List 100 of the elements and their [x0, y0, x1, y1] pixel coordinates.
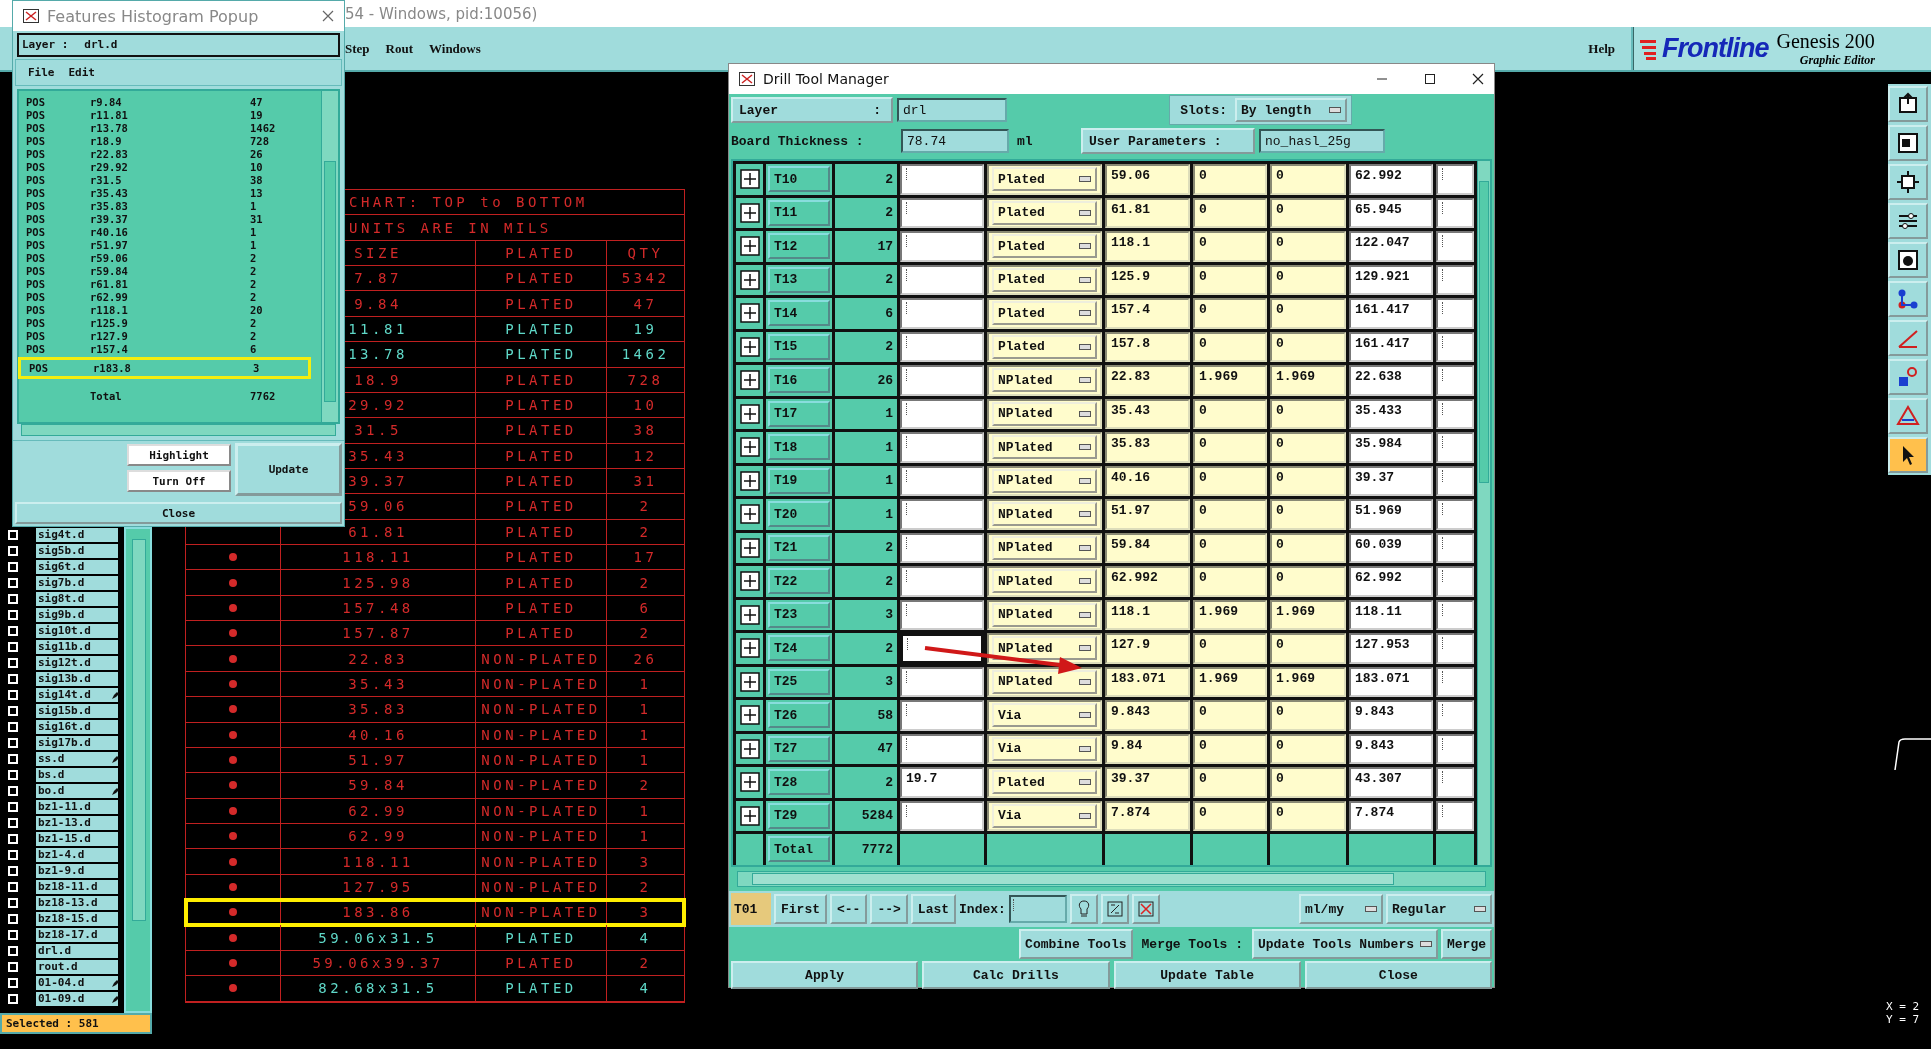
type-dropdown[interactable]: NPlated — [992, 368, 1097, 393]
histogram-row[interactable]: POS r9.84 47 — [22, 95, 321, 109]
nav-button[interactable]: --> — [870, 894, 908, 924]
expand-icon[interactable] — [739, 202, 760, 223]
input-field[interactable]: 0 — [1193, 231, 1267, 262]
layer-item[interactable]: rout.d — [36, 960, 118, 974]
histogram-row[interactable]: POS r35.83 1 — [22, 199, 321, 213]
layer-item[interactable]: bz18-11.d — [36, 880, 118, 894]
layer-checkbox[interactable] — [8, 946, 18, 956]
layer-checkbox[interactable] — [8, 898, 18, 908]
expand-icon[interactable] — [739, 805, 760, 826]
tool-button[interactable]: T22 — [768, 568, 830, 595]
layer-item[interactable]: sig11b.d — [36, 640, 118, 654]
layer-item[interactable]: sig5b.d — [36, 544, 118, 558]
input-field[interactable]: 0 — [1270, 298, 1346, 329]
expand-icon[interactable] — [739, 537, 760, 558]
input-field[interactable]: 161.417 — [1349, 298, 1433, 329]
layer-checkbox[interactable] — [8, 594, 18, 604]
layer-item[interactable]: 01-04.d — [36, 976, 118, 990]
toolbar-button[interactable] — [1888, 86, 1928, 122]
type-dropdown[interactable]: NPlated — [992, 569, 1097, 594]
tool-button[interactable]: T19 — [768, 467, 830, 494]
layer-checkbox[interactable] — [8, 962, 18, 972]
input-field[interactable]: 0 — [1193, 733, 1267, 764]
input-field[interactable]: 127.9 — [1105, 633, 1190, 664]
input-field[interactable]: 0 — [1270, 633, 1346, 664]
expand-icon[interactable] — [739, 504, 760, 525]
input-field[interactable]: 0 — [1270, 532, 1346, 563]
layer-item[interactable]: sig7b.d — [36, 576, 118, 590]
nav-button[interactable]: Last — [910, 894, 957, 924]
tool-button[interactable]: T24 — [768, 635, 830, 662]
histogram-row[interactable]: POS r35.43 13 — [22, 186, 321, 200]
tool-button[interactable]: T10 — [768, 166, 830, 193]
layer-checkbox[interactable] — [8, 914, 18, 924]
input-field[interactable]: 0 — [1270, 164, 1346, 195]
input-field[interactable]: 0 — [1270, 197, 1346, 228]
input-field[interactable]: 39.37 — [1105, 767, 1190, 798]
tool-button[interactable]: T14 — [768, 300, 830, 327]
type-dropdown[interactable]: NPlated — [992, 435, 1097, 460]
input-field[interactable]: 62.992 — [1349, 164, 1433, 195]
input-field[interactable]: 0 — [1193, 298, 1267, 329]
input-field[interactable]: 35.984 — [1349, 432, 1433, 463]
toolbar-button[interactable] — [1888, 437, 1928, 473]
layer-item[interactable]: sig14t.d — [36, 688, 118, 702]
menu-item[interactable]: File — [28, 66, 55, 79]
type-dropdown[interactable]: Plated — [992, 200, 1097, 225]
input-field[interactable]: 127.953 — [1349, 633, 1433, 664]
type-dropdown[interactable]: NPlated — [992, 602, 1097, 627]
tool-button[interactable]: T15 — [768, 333, 830, 360]
toolbar-button[interactable] — [1888, 125, 1928, 161]
layer-item[interactable]: sig15b.d — [36, 704, 118, 718]
histogram-row[interactable]: POS r40.16 1 — [22, 225, 321, 239]
action-button[interactable]: Apply — [731, 961, 919, 989]
layer-item[interactable]: bz1-15.d — [36, 832, 118, 846]
histogram-row[interactable]: POS r11.81 19 — [22, 108, 321, 122]
histogram-row[interactable]: POS r22.83 26 — [22, 147, 321, 161]
input-field[interactable]: 0 — [1270, 800, 1346, 831]
input-field[interactable]: 129.921 — [1349, 264, 1433, 295]
input-field[interactable]: 0 — [1270, 566, 1346, 597]
expand-icon[interactable] — [739, 604, 760, 625]
layer-item[interactable]: bz1-11.d — [36, 800, 118, 814]
type-dropdown[interactable]: Plated — [992, 334, 1097, 359]
combine-tools-button[interactable]: Combine Tools — [1019, 929, 1133, 959]
input-field[interactable] — [900, 633, 984, 664]
input-field[interactable]: 1.969 — [1193, 599, 1267, 630]
layer-checkbox[interactable] — [8, 690, 18, 700]
icon-button[interactable] — [1100, 894, 1129, 924]
tool-button[interactable]: T16 — [768, 367, 830, 394]
input-field[interactable]: 183.071 — [1105, 666, 1190, 697]
layer-checkbox[interactable] — [8, 994, 18, 1004]
layer-item[interactable]: drl.d — [36, 944, 118, 958]
input-field[interactable]: 0 — [1270, 331, 1346, 362]
thickness-field[interactable]: 78.74 — [901, 129, 1009, 153]
merge-option-dropdown[interactable]: Update Tools Numbers — [1251, 929, 1438, 959]
histogram-row[interactable]: POS r29.92 10 — [22, 160, 321, 174]
input-field[interactable]: 19.7 — [900, 767, 984, 798]
layer-item[interactable]: sig8t.d — [36, 592, 118, 606]
type-dropdown[interactable]: NPlated — [992, 502, 1097, 527]
tool-button[interactable]: T28 — [768, 769, 830, 796]
input-field[interactable]: 0 — [1270, 767, 1346, 798]
type-dropdown[interactable]: Plated — [992, 301, 1097, 326]
action-button[interactable]: Calc Drills — [922, 961, 1110, 989]
input-field[interactable]: 1.969 — [1193, 666, 1267, 697]
tool-button[interactable]: T17 — [768, 400, 830, 427]
tool-button[interactable]: T23 — [768, 601, 830, 628]
close-button[interactable]: Close — [15, 502, 342, 524]
input-field[interactable]: 122.047 — [1349, 231, 1433, 262]
layer-checkbox[interactable] — [8, 642, 18, 652]
layer-item[interactable]: sig12t.d — [36, 656, 118, 670]
input-field[interactable]: 0 — [1193, 499, 1267, 530]
histogram-row[interactable]: POS r39.37 31 — [22, 212, 321, 226]
input-field[interactable]: 43.307 — [1349, 767, 1433, 798]
layer-field[interactable]: drl — [897, 98, 1007, 122]
layer-checkbox[interactable] — [8, 706, 18, 716]
toolbar-button[interactable] — [1888, 203, 1928, 239]
layer-item[interactable]: bz18-17.d — [36, 928, 118, 942]
layer-checkbox[interactable] — [8, 770, 18, 780]
type-dropdown[interactable]: NPlated — [992, 468, 1097, 493]
input-field[interactable]: 9.843 — [1105, 700, 1190, 731]
layer-item[interactable]: bz18-13.d — [36, 896, 118, 910]
